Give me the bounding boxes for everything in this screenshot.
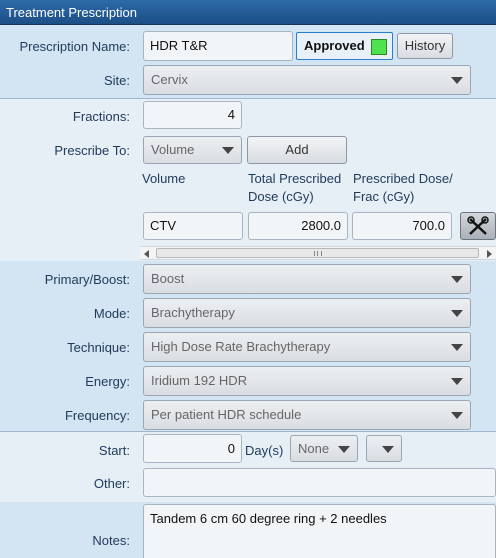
fractions-label: Fractions:: [72, 109, 130, 124]
notes-textarea[interactable]: Tandem 6 cm 60 degree ring + 2 needles: [143, 504, 496, 558]
notes-label: Notes:: [92, 533, 130, 548]
primary-boost-value: Boost: [151, 271, 185, 286]
chevron-down-icon: [222, 147, 234, 154]
relative-day-dropdown[interactable]: None: [290, 435, 358, 462]
scrollbar-thumb[interactable]: [156, 248, 479, 258]
add-volume-button[interactable]: Add: [247, 136, 347, 164]
secondary-dropdown[interactable]: [366, 435, 402, 462]
relative-day-value: None: [298, 441, 330, 456]
approved-status-indicator: [371, 39, 387, 55]
technique-label: Technique:: [67, 340, 130, 355]
mode-value: Brachytherapy: [151, 305, 235, 320]
prescription-name-field[interactable]: HDR T&R: [143, 31, 293, 61]
total-dose-cell[interactable]: 2800.0: [248, 212, 348, 240]
mode-dropdown[interactable]: Brachytherapy: [143, 298, 471, 328]
chevron-down-icon: [451, 412, 463, 419]
chevron-down-icon: [382, 445, 394, 453]
primary-boost-dropdown[interactable]: Boost: [143, 264, 471, 294]
other-field[interactable]: [143, 468, 496, 497]
delete-row-button[interactable]: [460, 212, 496, 240]
chevron-down-icon: [451, 310, 463, 317]
energy-label: Energy:: [85, 374, 130, 389]
prescribe-to-label: Prescribe To:: [54, 143, 130, 158]
volume-cell[interactable]: CTV: [143, 212, 243, 240]
days-label: Day(s): [245, 443, 284, 458]
start-field[interactable]: 0: [143, 434, 242, 463]
prescribe-to-dropdown[interactable]: Volume: [143, 136, 242, 164]
window-title: Treatment Prescription: [0, 0, 496, 25]
frequency-label: Frequency:: [64, 408, 130, 423]
mode-label: Mode:: [93, 306, 130, 321]
dose-per-frac-cell[interactable]: 700.0: [352, 212, 452, 240]
site-label: Site:: [103, 73, 130, 88]
approved-toggle[interactable]: Approved: [296, 32, 393, 60]
grip-icon: [313, 251, 322, 256]
horizontal-scrollbar[interactable]: [140, 246, 496, 260]
history-button[interactable]: History: [397, 33, 453, 59]
other-label: Other:: [93, 476, 130, 491]
primary-boost-label: Primary/Boost:: [44, 272, 130, 287]
chevron-down-icon: [451, 378, 463, 385]
site-dropdown[interactable]: Cervix: [143, 65, 471, 95]
scroll-right-icon[interactable]: [487, 250, 492, 258]
frequency-value: Per patient HDR schedule: [151, 407, 302, 422]
column-header-total-dose: Total Prescribed Dose (cGy): [248, 171, 342, 204]
frequency-dropdown[interactable]: Per patient HDR schedule: [143, 400, 471, 430]
chevron-down-icon: [338, 445, 350, 453]
chevron-down-icon: [451, 344, 463, 351]
prescribe-to-value: Volume: [151, 142, 195, 157]
approved-label: Approved: [304, 38, 365, 53]
column-header-dose-per-frac: Prescribed Dose/ Frac (cGy): [353, 171, 453, 204]
site-value: Cervix: [151, 72, 188, 87]
energy-dropdown[interactable]: Iridium 192 HDR: [143, 366, 471, 396]
chevron-down-icon: [451, 276, 463, 283]
energy-value: Iridium 192 HDR: [151, 373, 248, 388]
scissors-icon: [467, 216, 489, 235]
start-label: Start:: [98, 443, 130, 458]
fractions-field[interactable]: 4: [143, 101, 242, 129]
technique-dropdown[interactable]: High Dose Rate Brachytherapy: [143, 332, 471, 362]
column-header-volume: Volume: [142, 171, 186, 186]
scroll-left-icon[interactable]: [144, 250, 149, 258]
prescription-name-label: Prescription Name:: [19, 39, 130, 54]
chevron-down-icon: [451, 77, 463, 84]
technique-value: High Dose Rate Brachytherapy: [151, 339, 331, 354]
